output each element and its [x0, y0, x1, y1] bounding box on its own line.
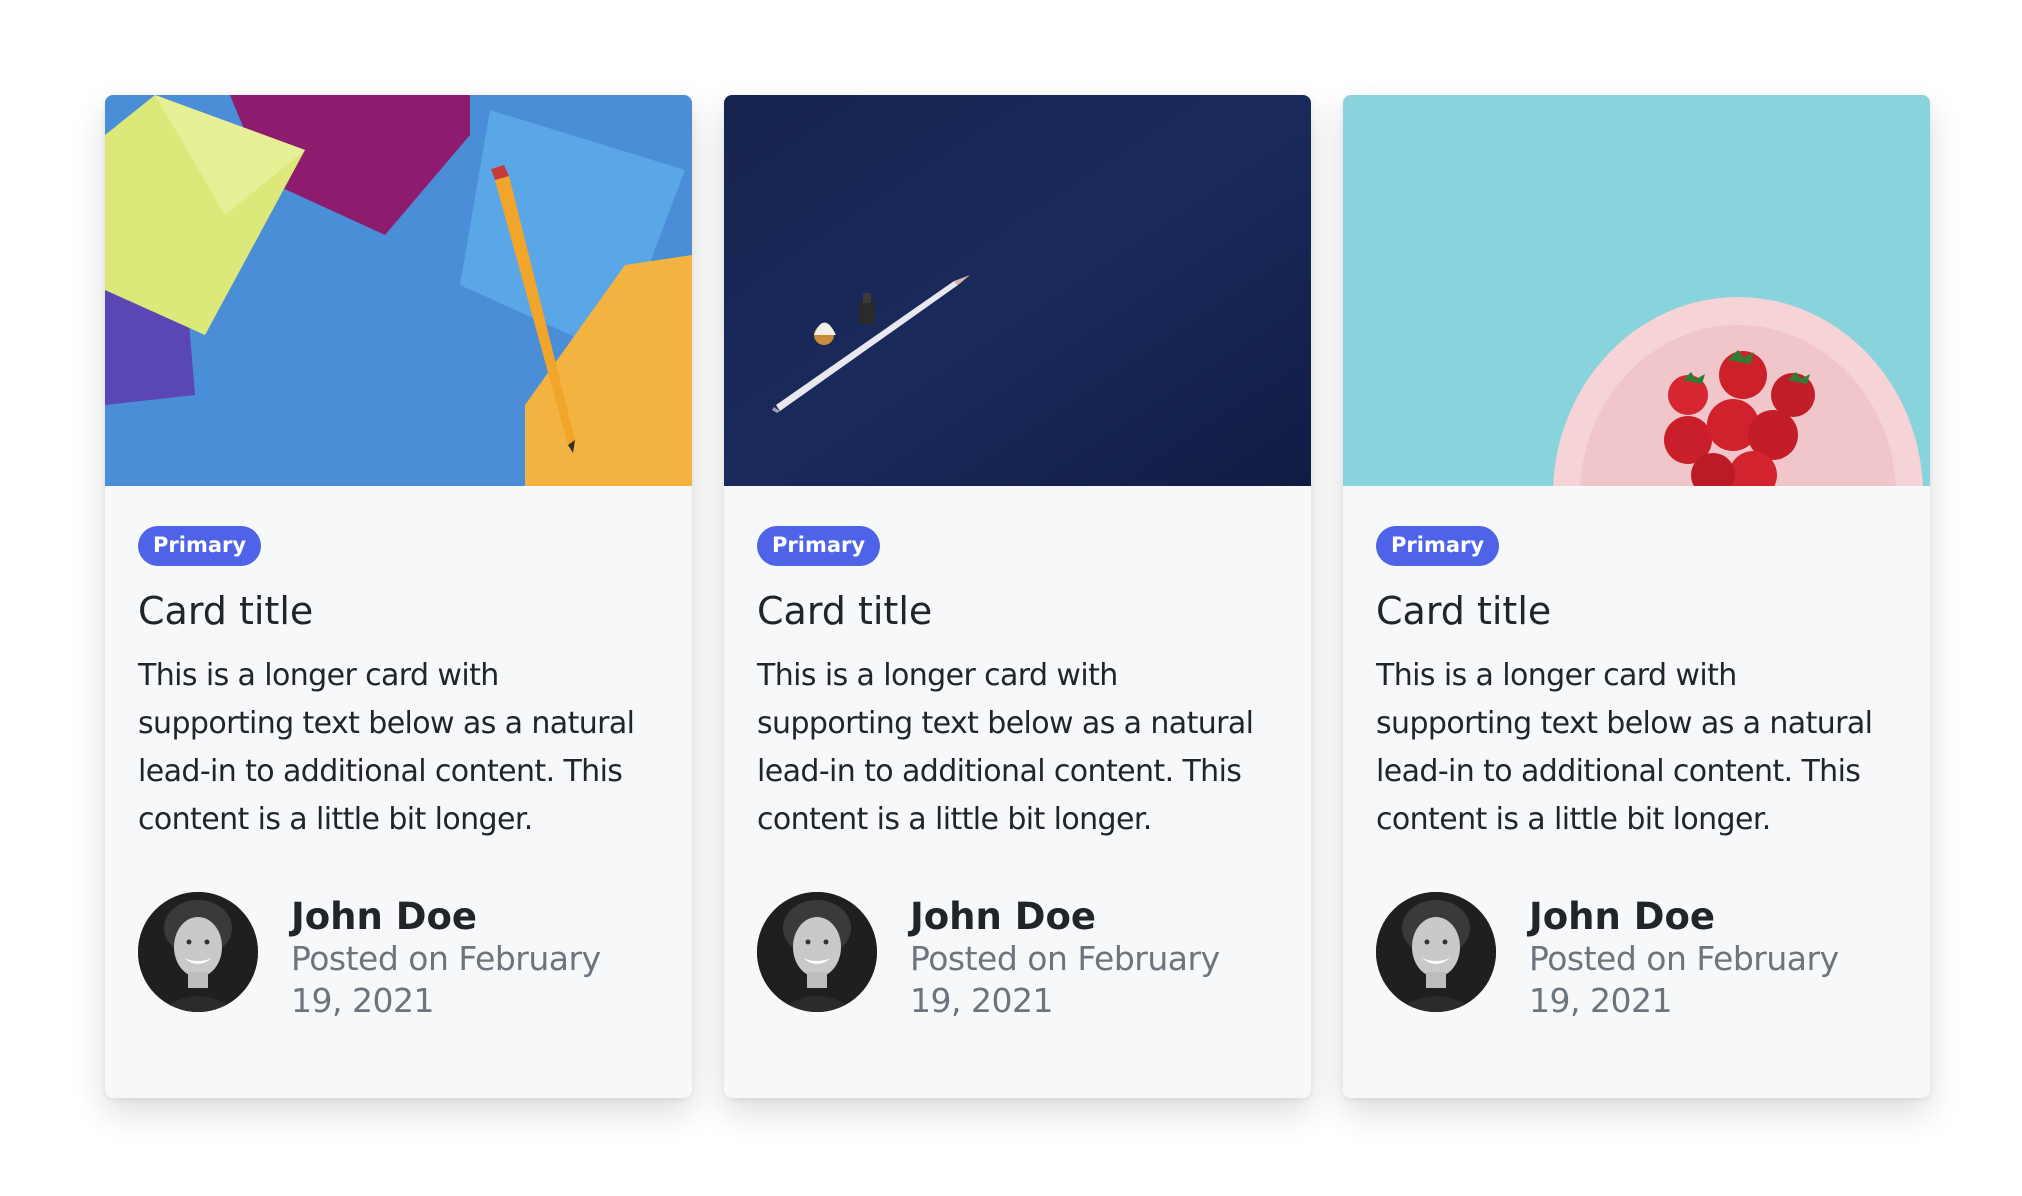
- author-info: John Doe Posted on February 19, 2021: [291, 896, 621, 1022]
- avatar: [1376, 892, 1496, 1012]
- primary-badge: Primary: [1376, 526, 1500, 566]
- post-date: Posted on February 19, 2021: [291, 939, 601, 1020]
- author-name: John Doe: [291, 895, 477, 938]
- post-date: Posted on February 19, 2021: [910, 939, 1220, 1020]
- card-author: John Doe Posted on February 19, 2021: [757, 892, 1278, 1022]
- card[interactable]: Primary Card title This is a longer card…: [1343, 95, 1930, 1098]
- card-group: Primary Card title This is a longer card…: [105, 95, 1930, 1098]
- card-body: Primary Card title This is a longer card…: [105, 486, 692, 1022]
- card-title: Card title: [138, 589, 314, 633]
- card-author: John Doe Posted on February 19, 2021: [1376, 892, 1897, 1022]
- card[interactable]: Primary Card title This is a longer card…: [105, 95, 692, 1098]
- card-body: Primary Card title This is a longer card…: [1343, 486, 1930, 1022]
- card-body: Primary Card title This is a longer card…: [724, 486, 1311, 1022]
- card-text: This is a longer card with supporting te…: [757, 658, 1254, 837]
- author-name: John Doe: [910, 895, 1096, 938]
- card-image-navy-desk: [724, 95, 1311, 486]
- card-image-envelopes: [105, 95, 692, 486]
- card-author: John Doe Posted on February 19, 2021: [138, 892, 659, 1022]
- card[interactable]: Primary Card title This is a longer card…: [724, 95, 1311, 1098]
- author-info: John Doe Posted on February 19, 2021: [910, 896, 1240, 1022]
- card-text: This is a longer card with supporting te…: [1376, 658, 1873, 837]
- primary-badge: Primary: [757, 526, 881, 566]
- card-text: This is a longer card with supporting te…: [138, 658, 635, 837]
- post-date: Posted on February 19, 2021: [1529, 939, 1839, 1020]
- card-image-strawberries: [1343, 95, 1930, 486]
- card-title: Card title: [1376, 589, 1552, 633]
- avatar: [757, 892, 877, 1012]
- author-name: John Doe: [1529, 895, 1715, 938]
- author-info: John Doe Posted on February 19, 2021: [1529, 896, 1859, 1022]
- card-title: Card title: [757, 589, 933, 633]
- primary-badge: Primary: [138, 526, 262, 566]
- avatar: [138, 892, 258, 1012]
